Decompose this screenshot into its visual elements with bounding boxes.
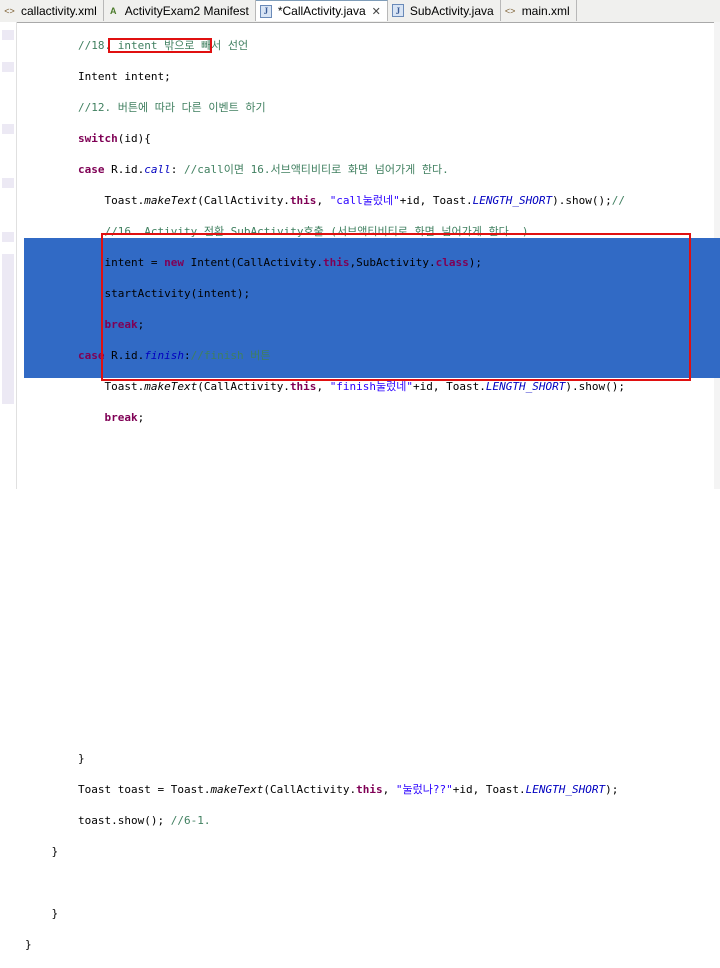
xml-file-icon: <>: [504, 5, 516, 16]
change-marker: [2, 62, 14, 72]
code-editor[interactable]: //18. intent 밖으로 빼서 선언 Intent intent; //…: [25, 22, 625, 968]
tab-label: SubActivity.java: [409, 3, 494, 18]
code-line: }: [25, 937, 32, 951]
code-line: Toast toast = Toast.makeText(CallActivit…: [77, 782, 619, 796]
code-line: }: [51, 844, 59, 858]
editor-gutter[interactable]: [0, 22, 17, 489]
code-line: Toast.makeText(CallActivity.this, "call눌…: [104, 193, 625, 207]
tab-label: callactivity.xml: [21, 3, 97, 18]
tab-label: *CallActivity.java: [277, 4, 366, 18]
code-line-selected: intent = new Intent(Intent.ACTION_DIAL, …: [104, 658, 582, 672]
tab-callactivity-xml[interactable]: <> callactivity.xml: [0, 0, 104, 21]
tab-label: main.xml: [521, 3, 570, 18]
code-line: case R.id.call: //call이면 16.서브액티비티로 화면 넘…: [77, 162, 449, 176]
tab-subactivity-java[interactable]: J SubActivity.java: [388, 0, 501, 21]
code-line: //12. 버튼에 따라 다른 이벤트 하기: [77, 100, 266, 114]
change-marker: [2, 124, 14, 134]
code-line-selected: startActivity(intent);: [104, 689, 251, 703]
change-marker: [2, 30, 14, 40]
change-marker: [2, 254, 14, 404]
code-line-selected: startActivity(intent);: [104, 565, 251, 579]
close-icon[interactable]: ✕: [372, 5, 381, 18]
code-line-selected: case R.id.btndial:: [77, 627, 198, 641]
code-line: }: [77, 751, 85, 765]
code-line: switch(id){: [77, 131, 151, 145]
tab-main-xml[interactable]: <> main.xml: [501, 0, 577, 21]
java-file-icon: J: [391, 4, 404, 17]
editor-tab-bar: <> callactivity.xml A ActivityExam2 Mani…: [0, 0, 720, 23]
code-line-selected: break;: [104, 720, 145, 734]
annotation-box-selected-cases: [101, 233, 691, 381]
code-line-selected: //17.: [77, 472, 112, 486]
code-line-selected: case R.id.btnWeb:: [77, 503, 191, 517]
code-line-selected: intent = new Intent(Intent.ACTION_VIEW,U…: [104, 534, 602, 548]
code-line: }: [51, 906, 59, 920]
change-marker: [2, 178, 14, 188]
code-line: break;: [104, 410, 145, 424]
change-marker: [2, 232, 14, 242]
annotation-box-intent-declaration: [108, 38, 212, 53]
java-file-icon: J: [259, 4, 272, 18]
manifest-icon: A: [110, 5, 117, 16]
tab-label: ActivityExam2 Manifest: [124, 3, 249, 18]
code-line: toast.show(); //6-1.: [77, 813, 211, 827]
tab-manifest[interactable]: A ActivityExam2 Manifest: [104, 0, 256, 21]
tab-callactivity-java[interactable]: J *CallActivity.java ✕: [255, 0, 388, 21]
code-line-selected: break;: [104, 596, 145, 610]
xml-file-icon: <>: [4, 5, 15, 16]
code-line: Intent intent;: [77, 69, 171, 83]
